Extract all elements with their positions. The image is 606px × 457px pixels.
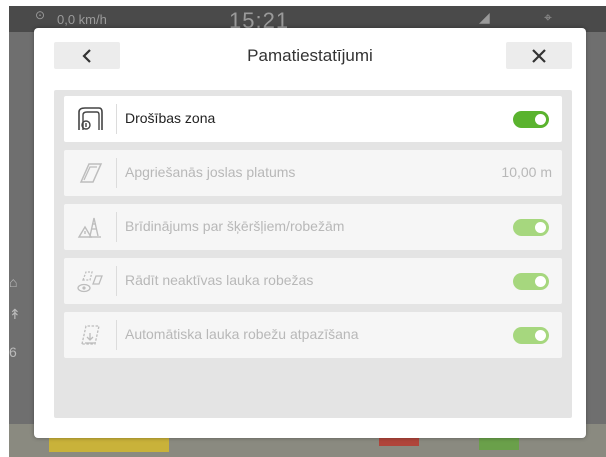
setting-auto-boundary-detection[interactable]: Automātiska lauka robežu atpazīšana [64,312,562,358]
signal-icon: ◢ [479,9,490,25]
map-marker-icon: ⌂ [9,274,18,290]
row-divider [116,104,117,134]
inactive-boundaries-icon [64,258,116,304]
safety-zone-toggle[interactable] [513,111,549,128]
close-button[interactable] [506,42,572,69]
close-icon [532,48,546,63]
chevron-left-icon [82,48,91,63]
settings-list: Drošības zona Apgriešanās joslas platums… [54,90,572,418]
row-divider [116,266,117,296]
toggle-knob [535,114,546,125]
toggle-knob [535,330,546,341]
inactive-boundaries-toggle[interactable] [513,273,549,290]
setting-label: Brīdinājums par šķēršļiem/robežām [125,218,345,234]
setting-inactive-boundaries[interactable]: Rādīt neaktīvas lauka robežas [64,258,562,304]
toggle-knob [535,276,546,287]
row-divider [116,320,117,350]
map-marker-icon: ↟ [9,306,21,322]
dialog-title: Pamatiestatījumi [247,46,373,65]
setting-safety-zone[interactable]: Drošības zona [64,96,562,142]
dialog-header: Pamatiestatījumi [34,28,586,90]
setting-label: Automātiska lauka robežu atpazīšana [125,326,359,342]
obstacle-warning-icon [64,204,116,250]
back-button[interactable] [54,42,120,69]
satellite-icon: ⊙ [35,8,46,22]
setting-label: Apgriešanās joslas platums [125,164,296,180]
row-divider [116,158,117,188]
setting-label: Rādīt neaktīvas lauka robežas [125,272,314,288]
obstacle-warning-toggle[interactable] [513,219,549,236]
headland-width-value: 10,00 m [501,164,552,180]
settings-dialog: Pamatiestatījumi Drošības zona Apgriešan… [34,28,586,438]
auto-boundary-icon [64,312,116,358]
auto-boundary-toggle[interactable] [513,327,549,344]
headland-width-icon [64,150,116,196]
safety-zone-icon [64,96,116,142]
gps-icon: ⌖ [544,9,552,25]
toggle-knob [535,222,546,233]
map-marker-icon: 6 [9,344,17,360]
setting-headland-width[interactable]: Apgriešanās joslas platums 10,00 m [64,150,562,196]
row-divider [116,212,117,242]
speed-readout: 0,0 km/h [57,12,107,27]
setting-label: Drošības zona [125,110,216,126]
setting-obstacle-warning[interactable]: Brīdinājums par šķēršļiem/robežām [64,204,562,250]
